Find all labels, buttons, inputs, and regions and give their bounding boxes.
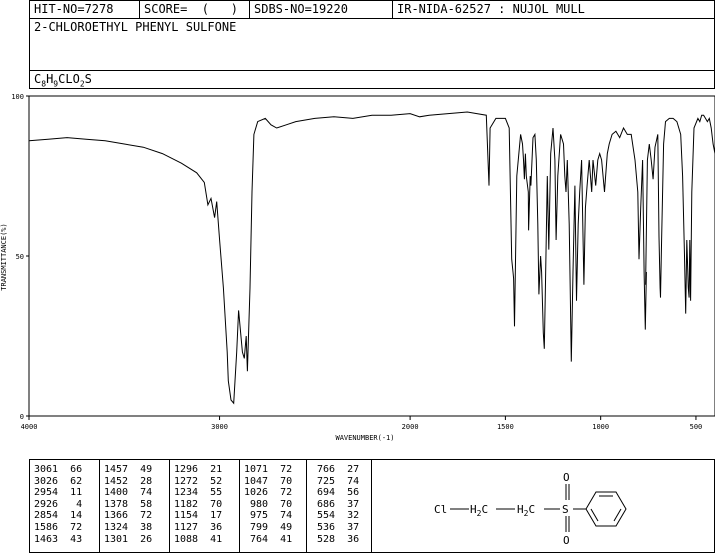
peak-entry: 694 56 (311, 487, 360, 499)
peak-column: 1457 49 1452 28 1400 74 1378 58 1366 72 1324 … (100, 460, 170, 552)
peak-entry: 725 74 (311, 475, 360, 487)
peak-column: 766 27 725 74 694 56 686 37 554 32 536 3… (307, 460, 373, 552)
chlorine-atom: Cl (434, 503, 447, 516)
oxygen-top: O (563, 471, 570, 484)
peak-entry: 686 37 (311, 498, 360, 510)
ch2-group-2: H2C (517, 503, 535, 518)
peak-entry: 3026 62 (34, 475, 83, 487)
peak-entry: 536 37 (311, 521, 360, 533)
peak-entry: 1457 49 (104, 464, 153, 475)
structure-diagram: Cl H2C H2C S O O (434, 471, 627, 547)
peak-entry: 1154 17 (174, 510, 223, 522)
peak-column: 1071 72 1047 70 1026 72 980 70 975 74 799 … (240, 460, 307, 552)
peak-column: 1296 21 1272 52 1234 55 1182 70 1154 17 1127 … (170, 460, 240, 552)
peak-entry: 1182 70 (174, 498, 223, 510)
plot-frame (28, 95, 715, 417)
peak-entry: 2926 4 (34, 498, 83, 510)
x-tick-label: 2000 (402, 423, 419, 431)
peak-entry: 1586 72 (34, 521, 83, 533)
spectrum-line (28, 111, 715, 405)
peak-entry: 1127 36 (174, 521, 223, 533)
peak-entry: 528 36 (311, 533, 360, 545)
peak-entry: 766 27 (311, 464, 360, 475)
peak-entry: 1071 72 (244, 464, 293, 475)
oxygen-bottom: O (563, 534, 570, 547)
peak-table: 3061 66 3026 62 2954 11 2926 4 2854 14 1586 7… (29, 459, 372, 553)
x-tick-label: 500 (690, 423, 703, 431)
peak-entry: 1452 28 (104, 475, 153, 487)
y-tick-label: 0 (20, 413, 24, 421)
peak-entry: 1301 26 (104, 533, 153, 545)
peak-entry: 764 41 (244, 533, 293, 545)
peak-entry: 1366 72 (104, 510, 153, 522)
x-tick-label: 1500 (497, 423, 514, 431)
peak-entry: 1272 52 (174, 475, 223, 487)
peak-entry: 1400 74 (104, 487, 153, 499)
sulfur-atom: S (562, 503, 569, 516)
x-tick-label: 4000 (21, 423, 38, 431)
peak-entry: 799 49 (244, 521, 293, 533)
benzene-ring (585, 491, 627, 527)
peak-entry: 2954 11 (34, 487, 83, 499)
structure-box: Cl H2C H2C S O O (371, 459, 715, 553)
y-tick-label: 100 (11, 93, 24, 101)
peak-entry: 1378 58 (104, 498, 153, 510)
x-axis-label: WAVENUMBER(-1) (335, 434, 394, 442)
peak-entry: 1296 21 (174, 464, 223, 475)
x-tick-label: 1000 (592, 423, 609, 431)
peak-entry: 1463 43 (34, 533, 83, 545)
peak-entry: 1026 72 (244, 487, 293, 499)
y-tick-label: 50 (16, 253, 24, 261)
peak-entry: 2854 14 (34, 510, 83, 522)
peak-entry: 1088 41 (174, 533, 223, 545)
x-tick-label: 3000 (211, 423, 228, 431)
peak-entry: 3061 66 (34, 464, 83, 475)
peak-entry: 554 32 (311, 510, 360, 522)
peak-entry: 1047 70 (244, 475, 293, 487)
ir-spectrum-chart: 0 50 100 4000 3000 2000 1500 1000 500 WAVENUMBE… (0, 93, 715, 442)
peak-entry: 975 74 (244, 510, 293, 522)
y-axis-label: TRANSMITTANCE(%) (0, 223, 8, 290)
ch2-group-1: H2C (470, 503, 488, 518)
peak-column: 3061 66 3026 62 2954 11 2926 4 2854 14 1586 7… (30, 460, 100, 552)
peak-entry: 980 70 (244, 498, 293, 510)
peak-entry: 1234 55 (174, 487, 223, 499)
peak-entry: 1324 38 (104, 521, 153, 533)
